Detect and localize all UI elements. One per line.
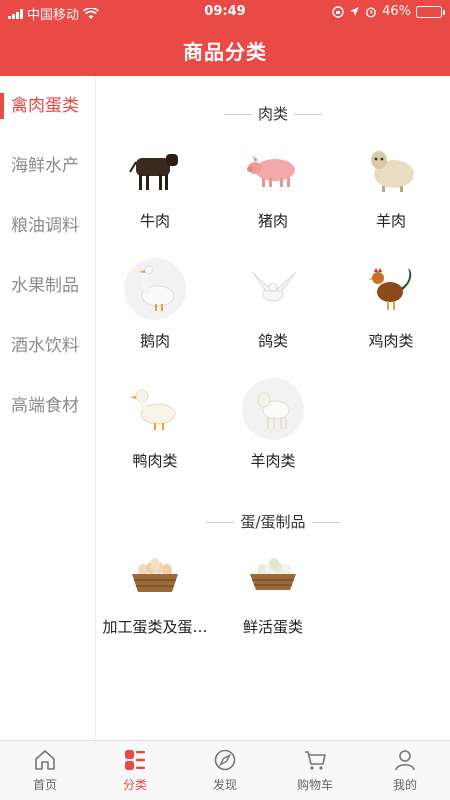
product-item-pork[interactable]: 猪肉 [214,138,332,258]
sidebar-item-label: 酒水饮料 [11,336,79,356]
sidebar-item-seafood[interactable]: 海鲜水产 [0,136,95,196]
sidebar-item-premium[interactable]: 高端食材 [0,376,95,436]
lamb-icon [242,378,304,440]
product-item-goose[interactable]: 鹅肉 [96,258,214,378]
tab-label: 购物车 [296,778,333,792]
product-label: 鹅肉 [139,332,170,350]
tab-label: 首页 [32,778,57,792]
cow-icon [124,138,186,200]
pigeon-icon [242,258,304,320]
category-content: 肉类 牛肉 猪肉 羊肉 鹅肉 鸽类 鸡肉类 鸭肉类 羊肉类 蛋/蛋制品 加工蛋类… [96,76,450,740]
product-item-chicken[interactable]: 鸡肉类 [332,258,450,378]
status-bar: 中国移动 09:49 46% [0,0,450,24]
battery-percent: 46% [382,4,411,19]
sidebar-item-label: 水果制品 [11,276,79,296]
tab-category[interactable]: 分类 [90,741,180,800]
profile-icon [395,750,415,771]
home-icon [35,750,55,770]
product-item-pigeon[interactable]: 鸽类 [214,258,332,378]
tab-profile[interactable]: 我的 [360,741,450,800]
sidebar-item-fruit[interactable]: 水果制品 [0,256,95,316]
divider [294,114,322,115]
category-icon [125,750,145,770]
tab-home[interactable]: 首页 [0,741,90,800]
app-header: 中国移动 09:49 46% 商品分类 [0,0,450,76]
product-label: 牛肉 [139,212,170,230]
sidebar-item-grain-oil[interactable]: 粮油调料 [0,196,95,256]
orientation-lock-icon [332,5,344,18]
cart-icon [305,751,326,770]
page-title: 商品分类 [183,40,267,64]
sidebar-item-label: 高端食材 [11,396,79,416]
product-label: 鲜活蛋类 [242,618,303,636]
battery-icon [416,5,445,18]
product-label: 加工蛋类及蛋… [102,618,208,636]
location-icon [350,7,360,16]
product-item-beef[interactable]: 牛肉 [96,138,214,258]
product-label: 羊肉 [375,212,406,230]
section-title-text: 肉类 [257,105,288,123]
product-item-lamb[interactable]: 羊肉类 [214,378,332,498]
product-label: 羊肉类 [250,452,296,470]
sidebar-item-label: 禽肉蛋类 [11,96,79,116]
pig-icon [242,138,304,200]
divider [223,114,252,115]
tab-label: 发现 [212,778,237,792]
product-item-duck[interactable]: 鸭肉类 [96,378,214,498]
sidebar-item-drinks[interactable]: 酒水饮料 [0,316,95,376]
sidebar-item-label: 海鲜水产 [11,156,79,176]
sidebar-item-label: 粮油调料 [11,216,79,236]
tab-label: 我的 [392,778,417,792]
product-item-fresh-eggs[interactable]: 鲜活蛋类 [214,544,332,664]
product-label: 鸡肉类 [368,332,414,350]
alarm-icon [366,6,377,18]
section-title-text: 蛋/蛋制品 [240,513,306,531]
discover-icon [214,749,236,771]
divider [311,522,340,523]
sidebar-item-poultry-eggs[interactable]: 禽肉蛋类 [0,76,95,136]
product-label: 鸭肉类 [132,452,178,470]
sheep-icon [360,138,422,200]
product-item-mutton[interactable]: 羊肉 [332,138,450,258]
rooster-icon [360,258,422,320]
product-label: 猪肉 [257,212,288,230]
product-item-processed-eggs[interactable]: 加工蛋类及蛋… [96,544,214,664]
section-title-eggs: 蛋/蛋制品 [96,511,450,532]
product-label: 鸽类 [257,332,288,350]
divider [206,522,235,523]
fresh-egg-basket-icon [242,544,304,606]
section-title-meat: 肉类 [96,103,450,124]
goose-icon [124,258,186,320]
tab-cart[interactable]: 购物车 [270,741,360,800]
category-sidebar: 禽肉蛋类 海鲜水产 粮油调料 水果制品 酒水饮料 高端食材 [0,76,96,740]
tab-discover[interactable]: 发现 [180,741,270,800]
bottom-tab-bar: 首页 分类 发现 购物车 我的 [0,740,450,800]
duck-icon [124,378,186,440]
egg-basket-icon [124,544,186,606]
tab-label: 分类 [122,778,147,792]
